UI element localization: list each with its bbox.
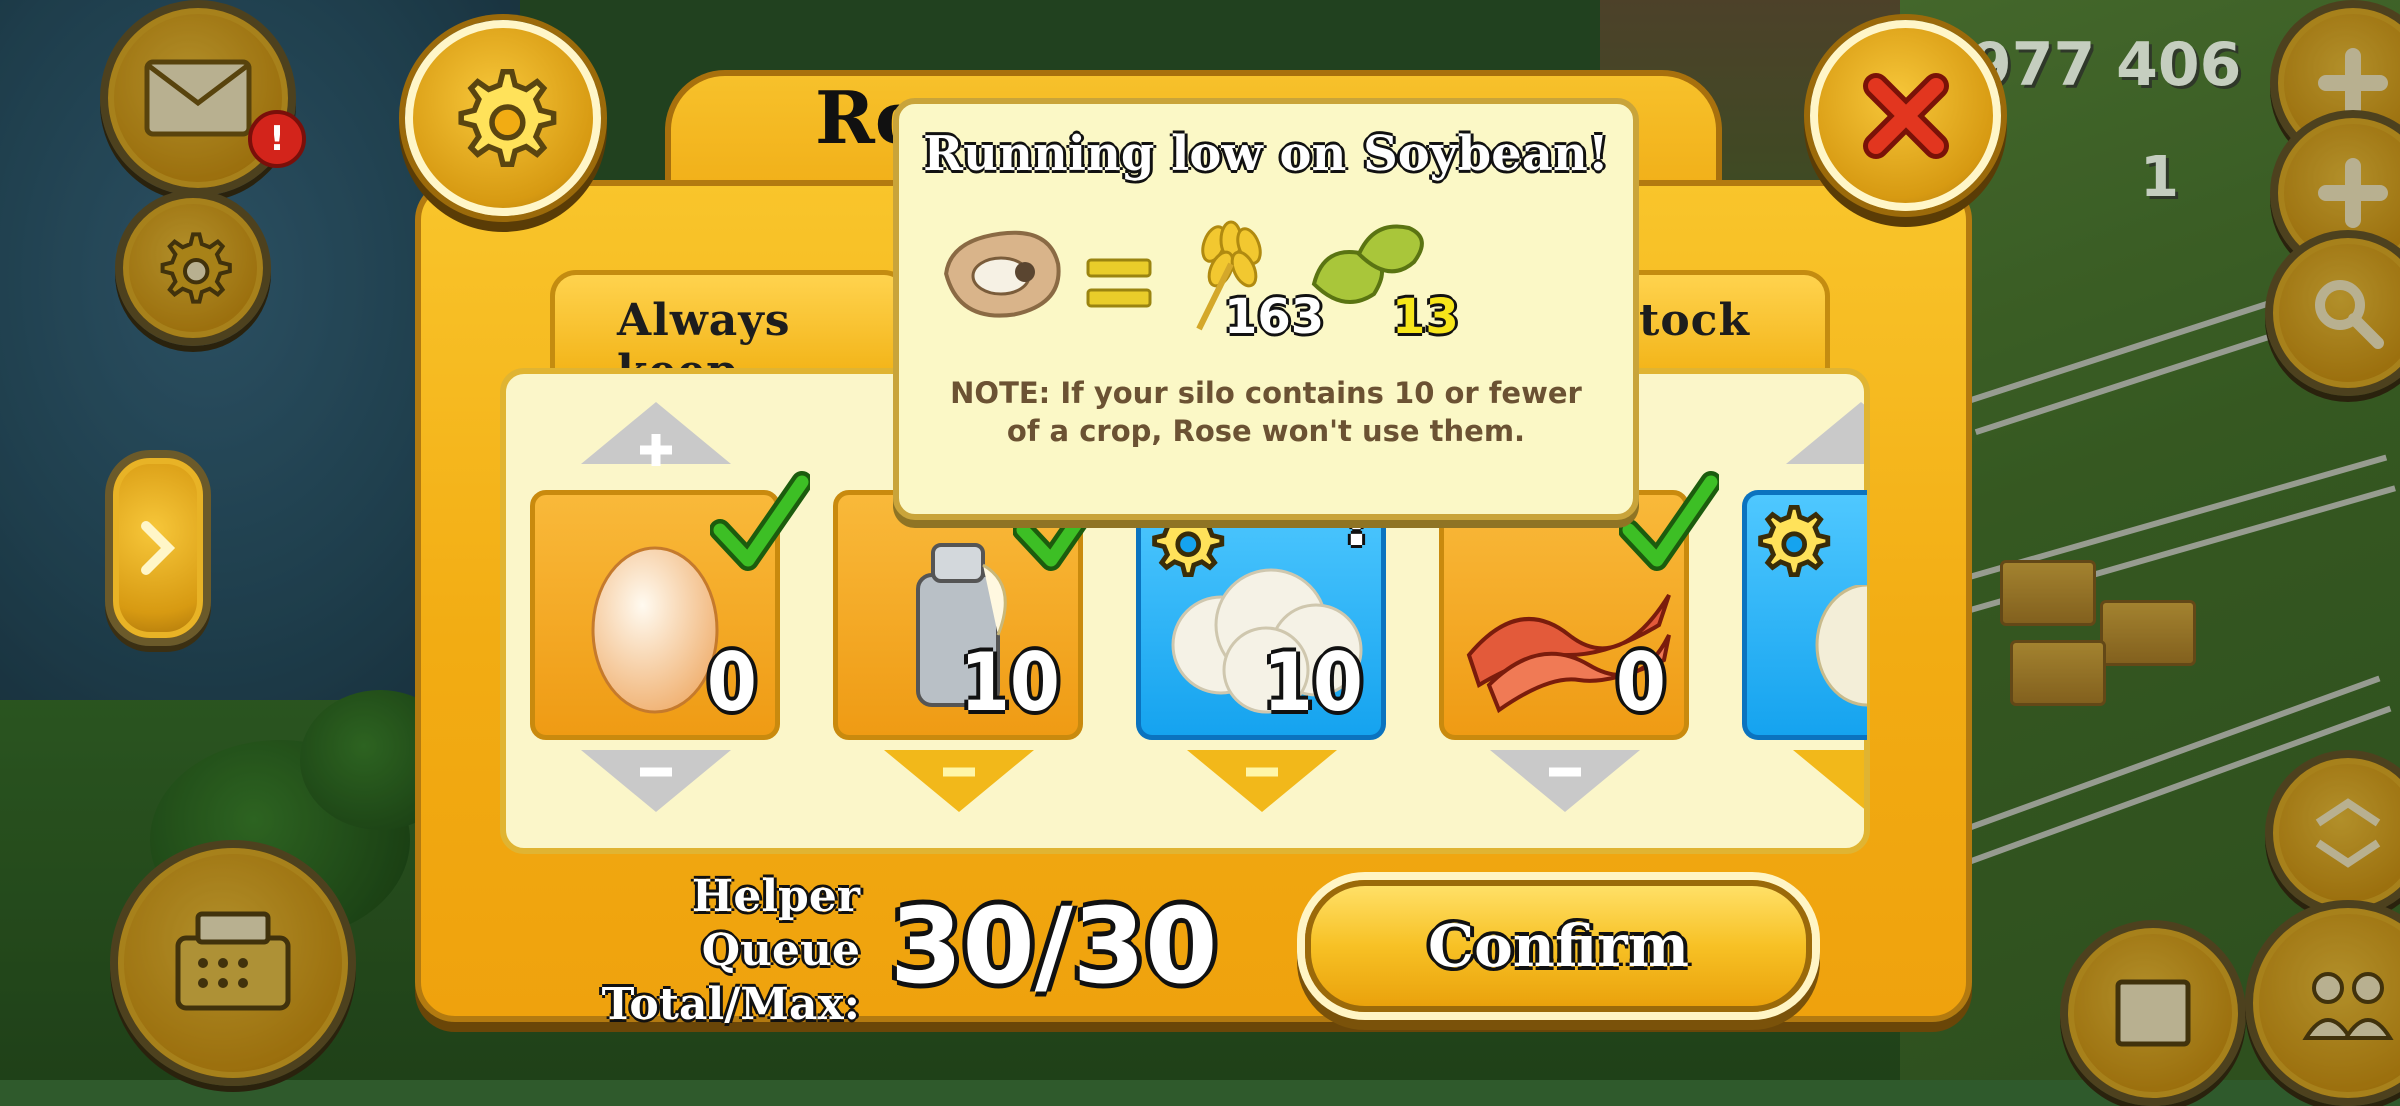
helper-queue-label-line2: Total/Max: bbox=[601, 979, 860, 1030]
popup-title: Running low on Soybean! bbox=[923, 126, 1609, 182]
item-wool[interactable]: ! 10 bbox=[1136, 490, 1386, 740]
dialog-settings-button[interactable] bbox=[405, 20, 601, 216]
cream-icon bbox=[1815, 585, 1867, 707]
gear-icon bbox=[160, 232, 232, 304]
popup-note: NOTE: If your silo contains 10 or fewer … bbox=[950, 376, 1582, 448]
people-icon bbox=[2302, 972, 2394, 1040]
gear-icon bbox=[458, 69, 557, 167]
tab-always-keep[interactable]: Always keep bbox=[550, 270, 910, 397]
decrease-button[interactable] bbox=[1490, 750, 1640, 822]
minus-icon bbox=[943, 767, 975, 777]
helper-queue-label-line1: Helper Queue bbox=[691, 871, 860, 976]
plus-icon bbox=[640, 434, 672, 466]
newspaper-button[interactable] bbox=[2060, 920, 2246, 1106]
envelope-icon bbox=[144, 59, 252, 137]
confirm-label: Confirm bbox=[1427, 912, 1690, 980]
equals-icon bbox=[1086, 258, 1152, 308]
minus-icon bbox=[1246, 767, 1278, 777]
expand-side-button[interactable] bbox=[105, 450, 211, 646]
newspaper-icon bbox=[2115, 979, 2191, 1047]
diamond-count: 1 bbox=[2140, 145, 2179, 210]
chevron-right-icon bbox=[141, 521, 176, 575]
sheep-feed-icon bbox=[944, 230, 1061, 318]
decrease-button[interactable] bbox=[1793, 750, 1864, 822]
magnifier-icon bbox=[2315, 280, 2384, 349]
item-quantity: 10 bbox=[1262, 636, 1363, 729]
gear-icon bbox=[1758, 505, 1831, 577]
tab-stock-label: tock bbox=[1639, 295, 1750, 346]
plus-icon bbox=[2318, 48, 2388, 118]
close-icon bbox=[1862, 72, 1949, 159]
soybean-quantity: 13 bbox=[1392, 289, 1459, 345]
settings-button[interactable] bbox=[115, 190, 271, 346]
cash-register-icon bbox=[175, 911, 291, 1011]
decrease-button[interactable] bbox=[581, 750, 731, 822]
increase-button[interactable] bbox=[581, 402, 731, 474]
mail-alert-badge: ! bbox=[248, 110, 306, 168]
shop-button[interactable] bbox=[110, 840, 356, 1086]
egg-icon bbox=[591, 546, 719, 714]
close-button[interactable] bbox=[1810, 20, 2001, 211]
minus-icon bbox=[640, 767, 672, 777]
coin-count: 977 406 bbox=[1970, 30, 2242, 100]
expand-arrows-icon bbox=[2315, 798, 2381, 868]
confirm-button[interactable]: Confirm bbox=[1305, 880, 1812, 1012]
item-quantity: 10 bbox=[959, 636, 1060, 729]
check-icon bbox=[710, 471, 810, 571]
minus-icon bbox=[1549, 767, 1581, 777]
plus-icon bbox=[2318, 158, 2388, 228]
helper-queue-label: Helper Queue Total/Max: bbox=[560, 870, 860, 1032]
increase-button[interactable] bbox=[1786, 402, 1864, 474]
decrease-button[interactable] bbox=[884, 750, 1034, 822]
helper-queue-value: 30/30 bbox=[890, 885, 1218, 1007]
decrease-button[interactable] bbox=[1187, 750, 1337, 822]
low-stock-popup: Running low on Soybean! 163 13 NOTE: If … bbox=[893, 98, 1639, 520]
mail-button[interactable] bbox=[100, 0, 296, 196]
item-quantity: 0 bbox=[1615, 636, 1666, 729]
item-partial[interactable] bbox=[1742, 490, 1867, 740]
item-quantity: 0 bbox=[706, 636, 757, 729]
